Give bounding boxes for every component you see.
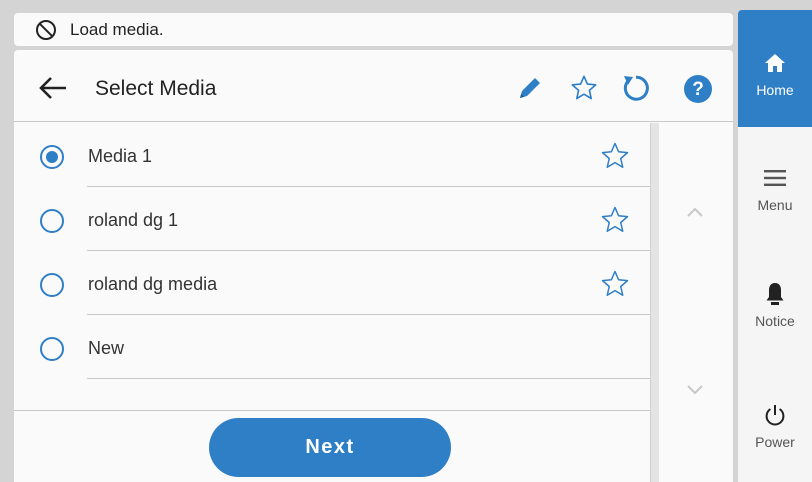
help-icon[interactable]: ? — [683, 74, 713, 104]
home-icon — [764, 50, 786, 76]
radio-button-selected[interactable] — [40, 145, 64, 169]
media-name: Media 1 — [88, 146, 153, 166]
next-button[interactable]: Next — [209, 418, 451, 477]
header: Select Media ? — [14, 50, 733, 122]
media-name: New — [88, 338, 125, 358]
star-icon[interactable] — [600, 205, 630, 235]
side-nav: Home Menu Notice Power — [738, 10, 812, 482]
radio-button[interactable] — [40, 273, 64, 297]
pencil-icon[interactable] — [516, 74, 544, 102]
refresh-icon[interactable] — [618, 72, 650, 104]
star-icon[interactable] — [570, 74, 598, 102]
nav-notice[interactable]: Notice — [738, 240, 812, 358]
nav-label: Menu — [757, 197, 793, 213]
nav-label: Home — [756, 82, 794, 98]
page-title: Select Media — [95, 77, 217, 100]
nav-menu[interactable]: Menu — [738, 127, 812, 240]
radio-button[interactable] — [40, 209, 64, 233]
no-entry-icon — [35, 19, 57, 41]
scrollbar[interactable] — [651, 123, 659, 482]
notice-text: Load media. — [70, 19, 164, 39]
chevron-down-icon[interactable] — [686, 384, 704, 396]
media-name: roland dg media — [88, 274, 218, 294]
nav-power[interactable]: Power — [738, 358, 812, 482]
scroll-column — [650, 123, 733, 482]
nav-label: Notice — [755, 313, 795, 329]
back-arrow-icon[interactable] — [38, 76, 68, 100]
svg-text:?: ? — [692, 79, 704, 100]
footer-divider — [14, 410, 650, 411]
notice-bar: Load media. — [14, 13, 733, 46]
row-divider — [87, 378, 650, 379]
star-icon[interactable] — [600, 141, 630, 171]
chevron-up-icon[interactable] — [686, 206, 704, 218]
main-panel: Select Media ? Media 1 roland dg 1 rolan… — [14, 50, 733, 482]
list-item[interactable]: roland dg media — [14, 251, 650, 315]
list-item[interactable]: roland dg 1 — [14, 187, 650, 251]
nav-label: Power — [755, 434, 795, 450]
media-name: roland dg 1 — [88, 210, 179, 230]
power-icon — [763, 402, 787, 428]
bell-icon — [765, 281, 785, 307]
nav-home[interactable]: Home — [738, 10, 812, 127]
star-icon[interactable] — [600, 269, 630, 299]
radio-button[interactable] — [40, 337, 64, 361]
list-item[interactable]: New — [14, 315, 650, 379]
menu-icon — [763, 165, 787, 191]
list-item[interactable]: Media 1 — [14, 123, 650, 187]
